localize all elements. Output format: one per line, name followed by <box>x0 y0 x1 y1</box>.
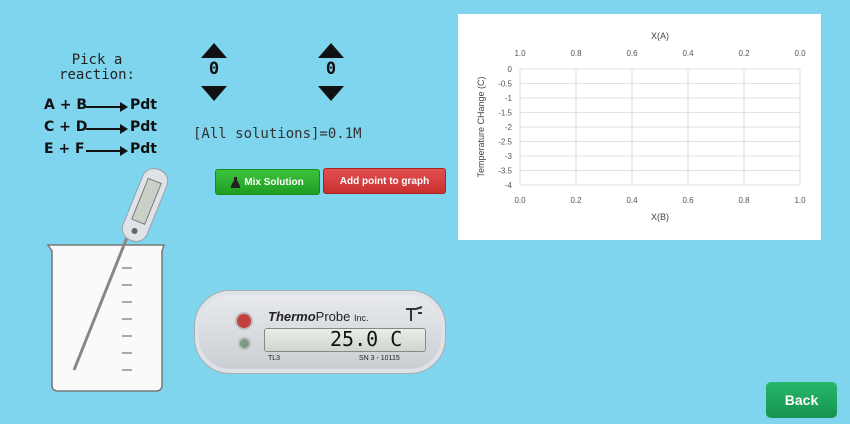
x2-tick-label: 0.6 <box>626 49 638 58</box>
volume-b-stepper[interactable]: 0 <box>318 43 348 103</box>
power-icon[interactable] <box>235 312 253 330</box>
add-point-label: Add point to graph <box>339 175 430 187</box>
chart-svg: 0-0.5-1-1.5-2-2.5-3-3.5-40.0 0.2 0.4 0.6 0.8… <box>476 31 806 222</box>
x-tick-label: 0.2 <box>570 196 582 205</box>
thermometer-beaker-illustration <box>46 168 169 392</box>
x2-axis-title: X(A) <box>651 31 669 41</box>
model-label: TL3 <box>268 355 281 362</box>
beaker-icon <box>46 244 166 392</box>
y-tick-label: -1.5 <box>498 109 512 118</box>
flask-icon <box>231 176 241 188</box>
add-point-button[interactable]: Add point to graph <box>323 168 446 194</box>
x2-tick-label: 1.0 <box>514 49 526 58</box>
brand-suffix: Inc. <box>354 313 369 323</box>
thermoprobe-brand: ThermoProbe Inc. <box>268 309 369 324</box>
reaction-reactants: E + F <box>44 141 85 157</box>
x-tick-label: 0.4 <box>626 196 638 205</box>
reaction-arrow-icon <box>86 146 128 156</box>
y-axis-title: Temperature CHange (C) <box>476 76 486 177</box>
x-tick-label: 1.0 <box>794 196 806 205</box>
x2-tick-label: 0.0 <box>794 49 806 58</box>
brand-rest: Probe <box>315 309 351 324</box>
decrement-arrow-icon[interactable] <box>318 86 344 101</box>
y-tick-label: -3.5 <box>498 167 512 176</box>
reaction-option-ef[interactable]: E + F Pdt <box>44 141 174 161</box>
decrement-arrow-icon[interactable] <box>201 86 227 101</box>
x-tick-label: 0.0 <box>514 196 526 205</box>
stepper-value: 0 <box>325 59 337 79</box>
x2-tick-label: 0.8 <box>570 49 582 58</box>
x2-tick-label: 0.2 <box>738 49 750 58</box>
reaction-option-ab[interactable]: A + B Pdt <box>44 97 174 117</box>
mix-solution-button[interactable]: Mix Solution <box>215 169 320 195</box>
reaction-reactants: A + B <box>44 97 87 113</box>
y-tick-label: -3 <box>505 152 513 161</box>
reaction-arrow-icon <box>86 102 128 112</box>
concentration-label: [All solutions]=0.1M <box>193 126 362 142</box>
y-tick-label: -2 <box>505 123 513 132</box>
reaction-option-cd[interactable]: C + D Pdt <box>44 119 174 139</box>
pick-reaction-label: Pick a reaction: <box>59 52 135 83</box>
x-axis-title: X(B) <box>651 212 669 222</box>
x-tick-label: 0.8 <box>738 196 750 205</box>
reaction-reactants: C + D <box>44 119 88 135</box>
y-tick-label: -4 <box>505 181 513 190</box>
mode-icon[interactable] <box>238 337 251 350</box>
reaction-product: Pdt <box>130 141 157 157</box>
brand-bold: Thermo <box>268 309 316 324</box>
y-tick-label: -1 <box>505 94 513 103</box>
probe-logo-icon <box>406 306 423 321</box>
y-tick-label: 0 <box>508 65 513 74</box>
thermometer-icon <box>121 168 169 242</box>
reaction-product: Pdt <box>130 119 157 135</box>
mix-solution-label: Mix Solution <box>244 176 304 188</box>
reaction-arrow-icon <box>86 124 128 134</box>
volume-a-stepper[interactable]: 0 <box>201 43 231 103</box>
back-button[interactable]: Back <box>766 382 837 418</box>
serial-label: SN 3 - 10115 <box>359 355 400 362</box>
temperature-graph: 0 -0.5 -1 -1.5 -2 -2.5 -3 -3.5 -4 0.0 0.2 0.4 0.6 0.8… <box>458 14 821 240</box>
temperature-reading: 25.0 C <box>330 327 403 351</box>
increment-arrow-icon[interactable] <box>201 43 227 58</box>
stepper-value: 0 <box>208 59 220 79</box>
x-tick-label: 0.6 <box>682 196 694 205</box>
x2-tick-label: 0.4 <box>682 49 694 58</box>
increment-arrow-icon[interactable] <box>318 43 344 58</box>
y-tick-label: -0.5 <box>498 80 512 89</box>
y-tick-label: -2.5 <box>498 138 512 147</box>
reaction-product: Pdt <box>130 97 157 113</box>
